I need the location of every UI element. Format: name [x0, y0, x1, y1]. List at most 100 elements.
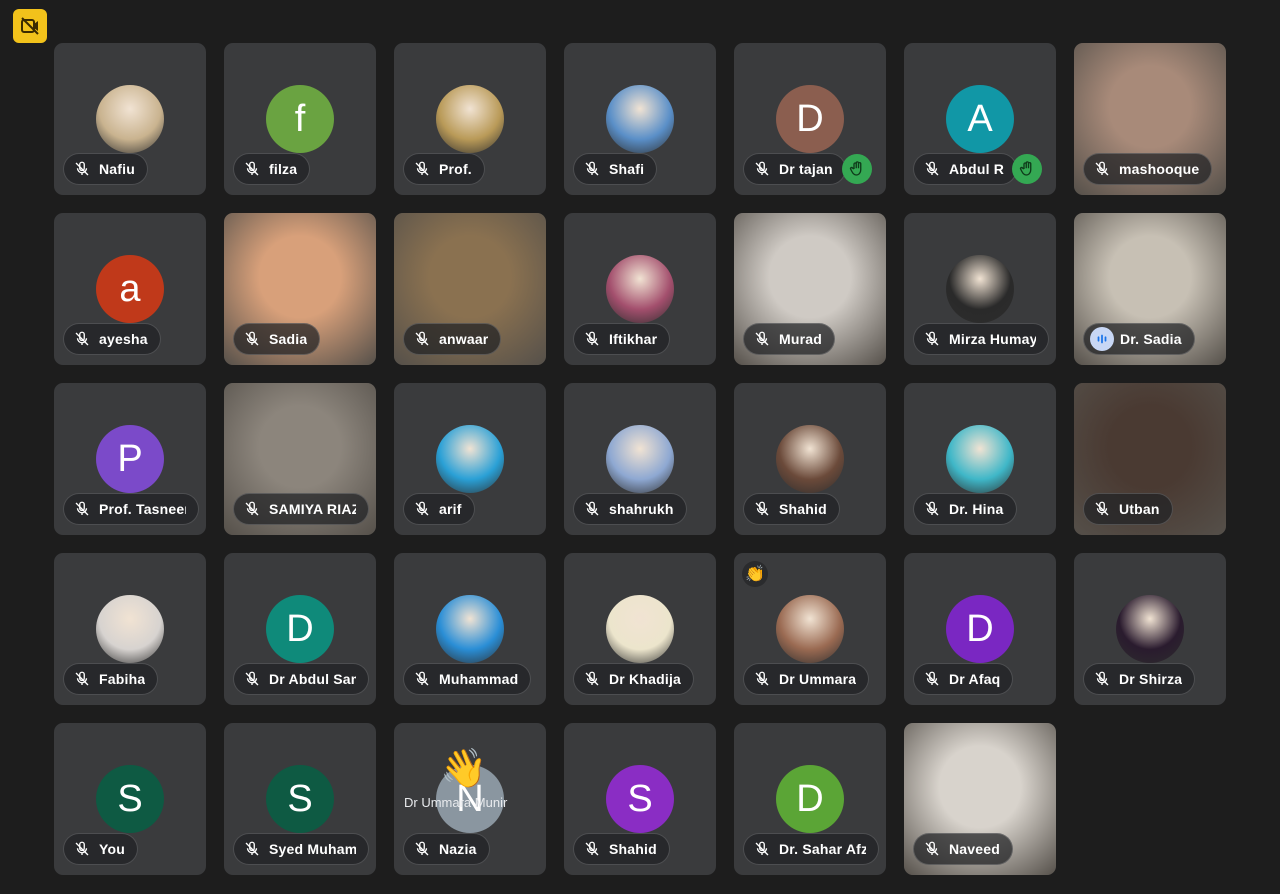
participant-name: Dr. Sahar Afzal	[779, 841, 866, 857]
no-video-icon	[21, 17, 39, 35]
participant-tile[interactable]: Naveed	[904, 723, 1056, 875]
participant-tile[interactable]: Nafiu	[54, 43, 206, 195]
mic-off-icon	[580, 497, 604, 521]
participant-avatar	[776, 595, 844, 663]
participant-name-pill: mashooque	[1083, 153, 1213, 185]
participant-name-pill: Fabiha	[63, 663, 159, 695]
participant-name: Nafiu	[99, 161, 135, 177]
mic-off-icon	[1090, 497, 1114, 521]
participant-tile[interactable]: P Prof. Tasneem	[54, 383, 206, 535]
participant-tile[interactable]: D Dr. Sahar Afzal	[734, 723, 886, 875]
participant-tile[interactable]: anwaar	[394, 213, 546, 365]
participant-avatar: a	[96, 255, 164, 323]
participant-name-pill: shahrukh	[573, 493, 687, 525]
participant-tile[interactable]: Mirza Humay	[904, 213, 1056, 365]
participant-tile[interactable]: Iftikhar	[564, 213, 716, 365]
participant-tile[interactable]: Utban	[1074, 383, 1226, 535]
mic-off-icon	[240, 667, 264, 691]
participant-tile[interactable]: Dr Khadija	[564, 553, 716, 705]
participant-name: anwaar	[439, 331, 489, 347]
mic-off-icon	[240, 497, 264, 521]
mic-off-icon	[1090, 667, 1114, 691]
mic-off-icon	[580, 667, 604, 691]
participant-avatar	[436, 425, 504, 493]
participant-avatar	[1116, 595, 1184, 663]
participant-name-pill: You	[63, 833, 139, 865]
mic-off-icon	[70, 157, 94, 181]
participant-name-pill: Prof.	[403, 153, 485, 185]
participant-tile[interactable]: Muhammad	[394, 553, 546, 705]
participant-tile[interactable]: D Dr Abdul Samad	[224, 553, 376, 705]
participant-avatar: S	[606, 765, 674, 833]
participant-name-pill: Nafiu	[63, 153, 148, 185]
participant-name: Dr. Sadia	[1120, 331, 1182, 347]
mic-off-icon	[70, 667, 94, 691]
participant-avatar	[436, 85, 504, 153]
avatar-letter: S	[287, 778, 313, 820]
participant-avatar: S	[266, 765, 334, 833]
participant-name: Iftikhar	[609, 331, 658, 347]
avatar-letter: S	[117, 778, 143, 820]
participant-tile[interactable]: Dr. Hina	[904, 383, 1056, 535]
avatar-letter: A	[967, 98, 993, 140]
participant-name-pill: Mirza Humay	[913, 323, 1049, 355]
participant-tile[interactable]: N 👋 Dr Ummara Munir Nazia	[394, 723, 546, 875]
participant-name-pill: arif	[403, 493, 475, 525]
participant-tile[interactable]: A Abdul R	[904, 43, 1056, 195]
participant-name-pill: Dr. Sadia	[1083, 323, 1195, 355]
participant-name-pill: ayesha	[63, 323, 161, 355]
participant-name-pill: Prof. Tasneem	[63, 493, 199, 525]
participant-avatar: D	[776, 85, 844, 153]
mic-off-icon	[410, 837, 434, 861]
participant-tile[interactable]: 👏 Dr Ummara	[734, 553, 886, 705]
participant-name: Muhammad	[439, 671, 519, 687]
participant-avatar	[606, 255, 674, 323]
video-off-button[interactable]	[13, 9, 47, 43]
participant-name: arif	[439, 501, 462, 517]
participant-tile[interactable]: Prof.	[394, 43, 546, 195]
participant-avatar: S	[96, 765, 164, 833]
avatar-letter: f	[294, 98, 306, 140]
participant-name-pill: Dr Khadija	[573, 663, 695, 695]
participant-tile[interactable]: a ayesha	[54, 213, 206, 365]
participant-tile[interactable]: S You	[54, 723, 206, 875]
participant-tile[interactable]: S Syed Muhammad	[224, 723, 376, 875]
participant-tile[interactable]: Sadia	[224, 213, 376, 365]
participant-name: Prof.	[439, 161, 472, 177]
participant-tile[interactable]: shahrukh	[564, 383, 716, 535]
participant-name: Utban	[1119, 501, 1160, 517]
participant-tile[interactable]: S Shahid	[564, 723, 716, 875]
speaking-indicator-icon	[1090, 327, 1114, 351]
participant-avatar: D	[776, 765, 844, 833]
participant-name: Dr Shirza	[1119, 671, 1183, 687]
participant-tile[interactable]: Shahid	[734, 383, 886, 535]
participant-tile[interactable]: D Dr Afaq	[904, 553, 1056, 705]
participant-tile[interactable]: Shafi	[564, 43, 716, 195]
participant-avatar: f	[266, 85, 334, 153]
participant-name: Prof. Tasneem	[99, 501, 186, 517]
participant-tile[interactable]: Fabiha	[54, 553, 206, 705]
participant-name-pill: Utban	[1083, 493, 1173, 525]
participant-avatar	[606, 425, 674, 493]
participant-name-pill: anwaar	[403, 323, 502, 355]
participant-tile[interactable]: mashooque	[1074, 43, 1226, 195]
mic-off-icon	[920, 667, 944, 691]
participant-name: Dr tajan	[779, 161, 833, 177]
avatar-letter: D	[966, 608, 994, 650]
participant-name-pill: Muhammad	[403, 663, 532, 695]
mic-off-icon	[920, 157, 944, 181]
participant-name: shahrukh	[609, 501, 674, 517]
participant-tile[interactable]: Dr. Sadia	[1074, 213, 1226, 365]
participant-tile[interactable]: Murad	[734, 213, 886, 365]
participant-tile[interactable]: Dr Shirza	[1074, 553, 1226, 705]
participant-name: filza	[269, 161, 298, 177]
mic-off-icon	[70, 327, 94, 351]
participant-avatar	[96, 85, 164, 153]
mic-off-icon	[70, 837, 94, 861]
participant-name: Shahid	[779, 501, 827, 517]
participant-avatar	[776, 425, 844, 493]
participant-tile[interactable]: D Dr tajan	[734, 43, 886, 195]
participant-tile[interactable]: f filza	[224, 43, 376, 195]
participant-tile[interactable]: SAMIYA RIAZ	[224, 383, 376, 535]
participant-tile[interactable]: arif	[394, 383, 546, 535]
